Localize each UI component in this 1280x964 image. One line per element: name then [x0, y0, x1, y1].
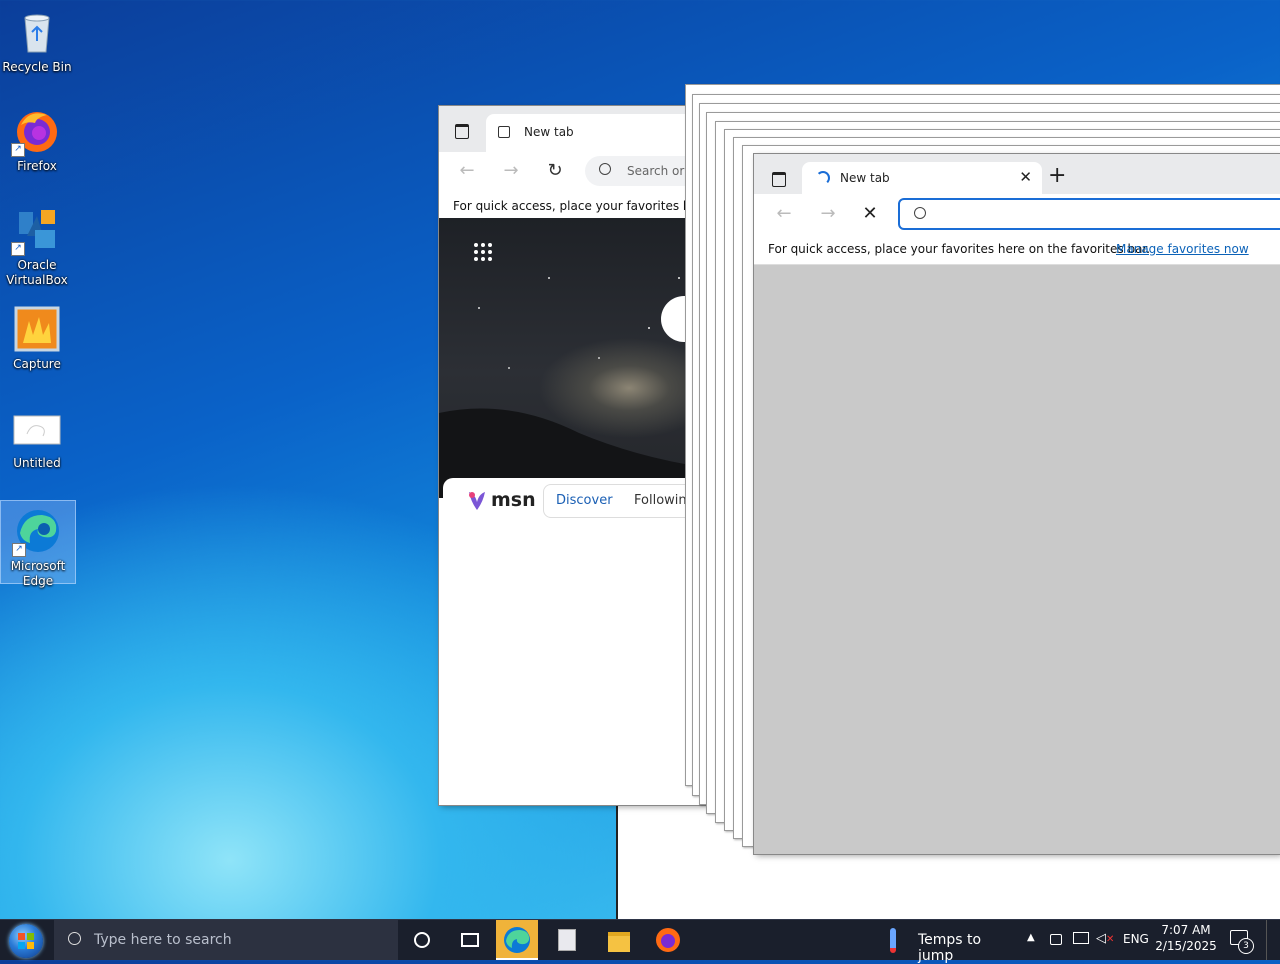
msn-feed: msn Discover Followin [443, 478, 709, 805]
start-button[interactable] [0, 920, 54, 960]
desktop-icon-edge[interactable]: ↗ Microsoft Edge [0, 500, 76, 588]
search-icon [599, 163, 611, 175]
tab-discover[interactable]: Discover [556, 493, 613, 508]
desktop-icon-recycle-bin[interactable]: Recycle Bin [0, 2, 74, 75]
tab-new-tab[interactable]: New tab [486, 114, 709, 152]
clock-time: 7:07 AM [1161, 923, 1211, 937]
show-hidden-icons-button[interactable]: ▲ [1024, 920, 1040, 960]
desktop-icon-label: Capture [13, 357, 61, 371]
capture-icon [13, 305, 61, 353]
clock-date: 2/15/2025 [1155, 939, 1217, 953]
back-button[interactable]: ← [772, 202, 796, 226]
taskbar: Type here to search Temps to jump ▲ ◁✕ E… [0, 919, 1280, 964]
close-tab-icon[interactable]: ✕ [1019, 168, 1032, 186]
tab-actions-icon[interactable] [772, 172, 786, 187]
tab-actions-icon[interactable] [455, 124, 469, 139]
new-tab-button[interactable]: + [1048, 164, 1066, 188]
desktop-icon-virtualbox[interactable]: ↗ Oracle VirtualBox [0, 200, 74, 288]
desktop-icon-label: Microsoft Edge [10, 559, 66, 588]
desktop-icon-label: Untitled [13, 456, 61, 470]
camera-icon [1050, 934, 1062, 945]
chevron-up-icon: ▲ [1027, 932, 1035, 943]
tab-title: New tab [524, 125, 574, 139]
recycle-bin-icon [13, 8, 61, 56]
taskbar-notes-app[interactable] [546, 920, 590, 960]
favorites-hint: For quick access, place your favorites h… [453, 199, 709, 213]
volume-muted-icon: ◁✕ [1096, 931, 1115, 946]
cortana-button[interactable] [400, 920, 444, 960]
tray-language[interactable]: ENG [1120, 920, 1150, 960]
language-indicator: ENG [1123, 932, 1149, 946]
shortcut-arrow-icon: ↗ [11, 242, 25, 256]
back-button[interactable]: ← [455, 159, 479, 183]
taskbar-firefox[interactable] [646, 920, 690, 960]
task-view-icon [461, 933, 479, 947]
manage-favorites-link[interactable]: Manage favorites now [1116, 242, 1249, 256]
new-tab-page-icon [498, 126, 510, 138]
apps-launcher-icon[interactable] [473, 242, 493, 262]
favorites-bar: For quick access, place your favorites h… [754, 234, 1280, 265]
loading-spinner-icon [816, 171, 830, 185]
firefox-icon [656, 928, 680, 952]
edge-window-front[interactable]: New tab ✕ + ← → ✕ For quick access, plac… [754, 154, 1280, 854]
address-bar[interactable] [898, 198, 1280, 230]
forward-button[interactable]: → [499, 159, 523, 183]
msn-logo-icon [465, 488, 489, 515]
tray-clock[interactable]: 7:07 AM 2/15/2025 [1154, 920, 1218, 960]
tray-network[interactable] [1070, 920, 1092, 960]
shortcut-arrow-icon: ↗ [12, 543, 26, 557]
taskbar-file-explorer[interactable] [596, 920, 642, 960]
tray-meet-now[interactable] [1046, 920, 1066, 960]
browser-toolbar: ← → ✕ [754, 194, 1280, 234]
taskbar-search-placeholder: Type here to search [94, 932, 232, 948]
tab-strip: New tab ✕ + [754, 154, 1280, 194]
edge-window-back[interactable]: New tab ← → ↻ Search or For quick access… [439, 106, 709, 805]
shortcut-arrow-icon: ↗ [11, 143, 25, 157]
untitled-document-icon [13, 404, 61, 452]
desktop-icon-firefox[interactable]: ↗ Firefox [0, 101, 74, 174]
edge-icon [504, 927, 530, 953]
desktop-icon-capture[interactable]: Capture [0, 299, 74, 372]
firefox-icon: ↗ [11, 107, 61, 157]
stop-loading-button[interactable]: ✕ [858, 202, 882, 226]
desktop-icon-label: Recycle Bin [2, 60, 72, 74]
desktop-icon-label: Firefox [17, 159, 57, 173]
network-icon [1073, 932, 1089, 944]
tab-new-tab[interactable]: New tab ✕ [802, 162, 1042, 194]
tab-strip: New tab [439, 106, 709, 152]
thermometer-icon [890, 928, 896, 953]
tray-volume[interactable]: ◁✕ [1094, 920, 1118, 960]
windows-logo-icon [9, 924, 43, 958]
address-placeholder: Search or [627, 164, 685, 178]
taskbar-edge[interactable] [496, 920, 538, 960]
tab-title: New tab [840, 171, 890, 185]
virtualbox-icon: ↗ [11, 206, 61, 256]
action-center-button[interactable]: 3 [1224, 920, 1258, 960]
desktop-icon-label: Oracle VirtualBox [6, 258, 68, 287]
edge-icon: ↗ [12, 507, 62, 557]
folder-icon [608, 932, 630, 952]
msn-logo-text: msn [491, 489, 536, 511]
new-tab-background-image [439, 218, 709, 498]
weather-text: Temps to jump [918, 932, 982, 964]
notes-app-icon [558, 929, 576, 951]
cortana-icon [414, 932, 430, 948]
search-icon [914, 207, 926, 219]
weather-widget[interactable]: Temps to jump [884, 920, 1020, 964]
show-desktop-button[interactable] [1266, 920, 1280, 960]
desktop-icon-untitled[interactable]: Untitled [0, 398, 74, 471]
notification-count-badge: 3 [1238, 938, 1254, 954]
favorites-hint: For quick access, place your favorites h… [768, 242, 1151, 256]
search-icon [68, 932, 81, 945]
refresh-button[interactable]: ↻ [543, 159, 567, 183]
browser-toolbar: ← → ↻ Search or [439, 152, 709, 190]
tab-following[interactable]: Followin [634, 493, 687, 508]
forward-button[interactable]: → [816, 202, 840, 226]
task-view-button[interactable] [446, 920, 492, 960]
taskbar-search-box[interactable]: Type here to search [54, 920, 398, 960]
page-content-loading [754, 265, 1280, 854]
